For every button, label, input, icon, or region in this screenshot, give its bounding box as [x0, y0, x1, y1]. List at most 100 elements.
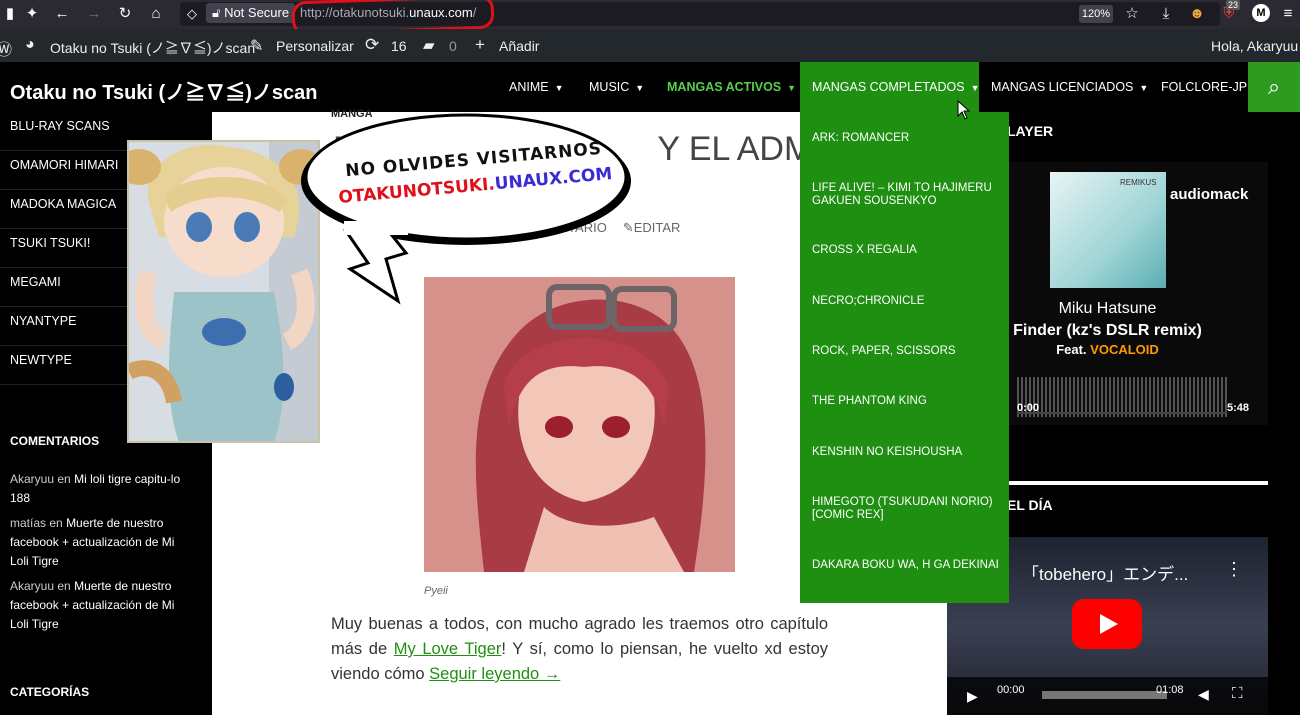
reload-icon[interactable]: ↻	[115, 5, 135, 23]
caret-down-icon: ▼	[970, 83, 980, 93]
album-cover: REMIKUS	[1050, 172, 1166, 288]
dropdown-item-the-phantom-king[interactable]: THE PHANTOM KING	[812, 395, 1002, 408]
lock-icon: 🔓︎	[212, 5, 221, 20]
comments-heading: COMENTARIOS	[10, 434, 100, 448]
wordpress-logo-icon[interactable]: Ⓦ	[0, 36, 12, 60]
read-more-link[interactable]: Seguir leyendo →	[429, 665, 560, 683]
video-time-current: 00:00	[997, 684, 1025, 696]
zoom-level[interactable]: 120%	[1079, 5, 1113, 23]
comments-count[interactable]: 0	[449, 38, 457, 54]
user-greeting[interactable]: Hola, Akaryuu	[1211, 38, 1298, 54]
sidebar-icon[interactable]: ▮	[0, 5, 20, 23]
profile-avatar[interactable]: M	[1252, 4, 1270, 22]
dropdown-item-kenshin-no-keishousha[interactable]: KENSHIN NO KEISHOUSHA	[812, 446, 1002, 459]
dropdown-item-dakara-boku-wa[interactable]: DAKARA BOKU WA, H GA DEKINAI	[812, 559, 1002, 572]
dropdown-item-life-alive[interactable]: LIFE ALIVE! – KIMI TO HAJIMERU GAKUEN SO…	[812, 182, 1002, 208]
categories-heading: CATEGORÍAS	[10, 685, 90, 699]
video-widget-heading: EL DÍA	[1007, 497, 1053, 513]
menu-icon[interactable]: ≡	[1278, 5, 1298, 23]
video-time-total: 01:08	[1156, 684, 1184, 696]
nav-mangas-activos[interactable]: MANGAS ACTIVOS ▼	[667, 62, 796, 112]
plus-icon[interactable]: +	[475, 35, 485, 55]
back-icon[interactable]: ←	[52, 5, 72, 23]
site-header: Otaku no Tsuki (ノ≧∇≦)ノscan ANIME ▼ MUSIC ▼…	[0, 62, 1300, 112]
comment-author[interactable]: Akaryuu	[10, 579, 54, 593]
edit-link[interactable]: EDITAR	[634, 220, 681, 235]
updates-count[interactable]: 16	[391, 38, 407, 54]
dropdown-item-necro-chronicle[interactable]: NECRO;CHRONICLE	[812, 295, 1002, 308]
recent-comment: Akaryuu en Mi loli tigre capitu-lo 188	[10, 470, 195, 508]
home-icon[interactable]: ⌂	[146, 5, 166, 23]
sidebar-item-label: TSUKI TSUKI!	[10, 236, 91, 250]
feat-label: Feat.	[1056, 342, 1087, 357]
nav-music[interactable]: MUSIC ▼	[589, 62, 644, 112]
caret-down-icon: ▼	[787, 83, 797, 93]
customize-link[interactable]: Personalizar	[276, 38, 354, 54]
wp-admin-bar: Ⓦ ◕ Otaku no Tsuki (ノ≧∇≦)ノscan ✎ Persona…	[0, 29, 1300, 62]
dropdown-item-ark-romancer[interactable]: ARK: ROMANCER	[812, 132, 1002, 145]
add-new-link[interactable]: Añadir	[499, 38, 539, 54]
comment-author[interactable]: matías	[10, 516, 46, 530]
extension-icon[interactable]: ✦	[22, 5, 42, 23]
mascot-overlay-image[interactable]	[127, 140, 320, 443]
video-title[interactable]: 「tobehero」エンデ...	[1022, 560, 1188, 585]
dashboard-icon: ◕	[25, 36, 35, 53]
not-secure-badge[interactable]: 🔓︎ Not Secure	[206, 3, 296, 23]
more-vert-icon[interactable]: ⋮	[1225, 559, 1243, 580]
nav-mangas-completados[interactable]: MANGAS COMPLETADOS ▼	[800, 62, 980, 112]
nav-label: MANGAS LICENCIADOS	[991, 80, 1134, 94]
comment-bubble-icon[interactable]: ▰	[423, 36, 435, 54]
player-widget-heading: LAYER	[1007, 123, 1054, 139]
volume-icon[interactable]: ◀︎	[1198, 686, 1209, 703]
fullscreen-icon[interactable]: ⛶	[1232, 685, 1243, 702]
search-button[interactable]: ⌕	[1248, 62, 1300, 112]
waveform[interactable]	[1017, 377, 1227, 417]
sidebar-item-label: BLU-RAY SCANS	[10, 119, 110, 133]
caret-down-icon: ▼	[1139, 83, 1149, 93]
recent-comment: matías en Muerte de nuestro facebook + a…	[10, 514, 195, 571]
audiomack-brand[interactable]: audiomack	[1170, 186, 1248, 203]
extension-face-icon[interactable]: ☻	[1187, 5, 1207, 23]
mangas-completados-dropdown: ARK: ROMANCER LIFE ALIVE! – KIMI TO HAJI…	[800, 112, 1009, 603]
player-time-start: 0:00	[1017, 402, 1040, 414]
comment-en: en	[57, 472, 71, 486]
browser-toolbar: ▮ ✦ ← → ↻ ⌂ ◇ 🔓︎ Not Secure http://otaku…	[0, 0, 1300, 36]
image-caption: Pyeii	[424, 585, 448, 597]
updates-icon[interactable]: ⟳	[365, 35, 379, 55]
waveform-baseline	[1017, 412, 1227, 414]
dropdown-item-rock-paper-scissors[interactable]: ROCK, PAPER, SCISSORS	[812, 345, 1002, 358]
sidebar-item-label: NEWTYPE	[10, 353, 72, 367]
nav-label: ANIME	[509, 80, 549, 94]
recent-comment: Akaryuu en Muerte de nuestro facebook + …	[10, 577, 195, 634]
bookmark-star-icon[interactable]: ☆	[1122, 5, 1142, 23]
caret-down-icon: ▼	[554, 83, 564, 93]
play-triangle-icon	[1100, 614, 1118, 634]
video-progress-bar[interactable]	[1042, 691, 1167, 699]
anime-girl-illustration	[424, 277, 735, 572]
nav-mangas-licenciados[interactable]: MANGAS LICENCIADOS ▼	[991, 62, 1148, 112]
comment-author[interactable]: Akaryuu	[10, 472, 54, 486]
forward-icon[interactable]: →	[84, 5, 104, 23]
sidebar-item-label: MADOKA MAGICA	[10, 197, 117, 211]
nav-label: MUSIC	[589, 80, 630, 94]
sidebar-item-label: MEGAMI	[10, 275, 61, 289]
nav-label: FOLCLORE-JP	[1161, 80, 1248, 94]
nav-label: MANGAS ACTIVOS	[667, 80, 782, 94]
play-icon[interactable]: ▶	[967, 688, 978, 705]
download-icon[interactable]: ⤓	[1156, 5, 1176, 23]
post-featured-image[interactable]	[424, 277, 735, 572]
comment-en: en	[57, 579, 71, 593]
admin-site-name[interactable]: Otaku no Tsuki (ノ≧∇≦)ノscan	[50, 38, 255, 58]
youtube-play-button[interactable]	[1072, 599, 1142, 649]
player-time-end: 5:48	[1227, 402, 1250, 414]
extension-badge-count: 23	[1226, 0, 1241, 10]
dropdown-item-cross-x-regalia[interactable]: CROSS X REGALIA	[812, 244, 1002, 257]
shield-icon[interactable]: ◇	[182, 5, 202, 23]
nav-anime[interactable]: ANIME ▼	[509, 62, 564, 112]
site-title[interactable]: Otaku no Tsuki (ノ≧∇≦)ノscan	[10, 76, 317, 105]
sidebar-item-label: NYANTYPE	[10, 314, 77, 328]
post-excerpt: Muy buenas a todos, con mucho agrado les…	[331, 612, 828, 687]
dropdown-item-himegoto[interactable]: HIMEGOTO (TSUKUDANI NORIO) [COMIC REX]	[812, 496, 1002, 522]
manga-link[interactable]: My Love Tiger	[394, 640, 502, 658]
nav-folclore-jp[interactable]: FOLCLORE-JP	[1161, 62, 1247, 112]
